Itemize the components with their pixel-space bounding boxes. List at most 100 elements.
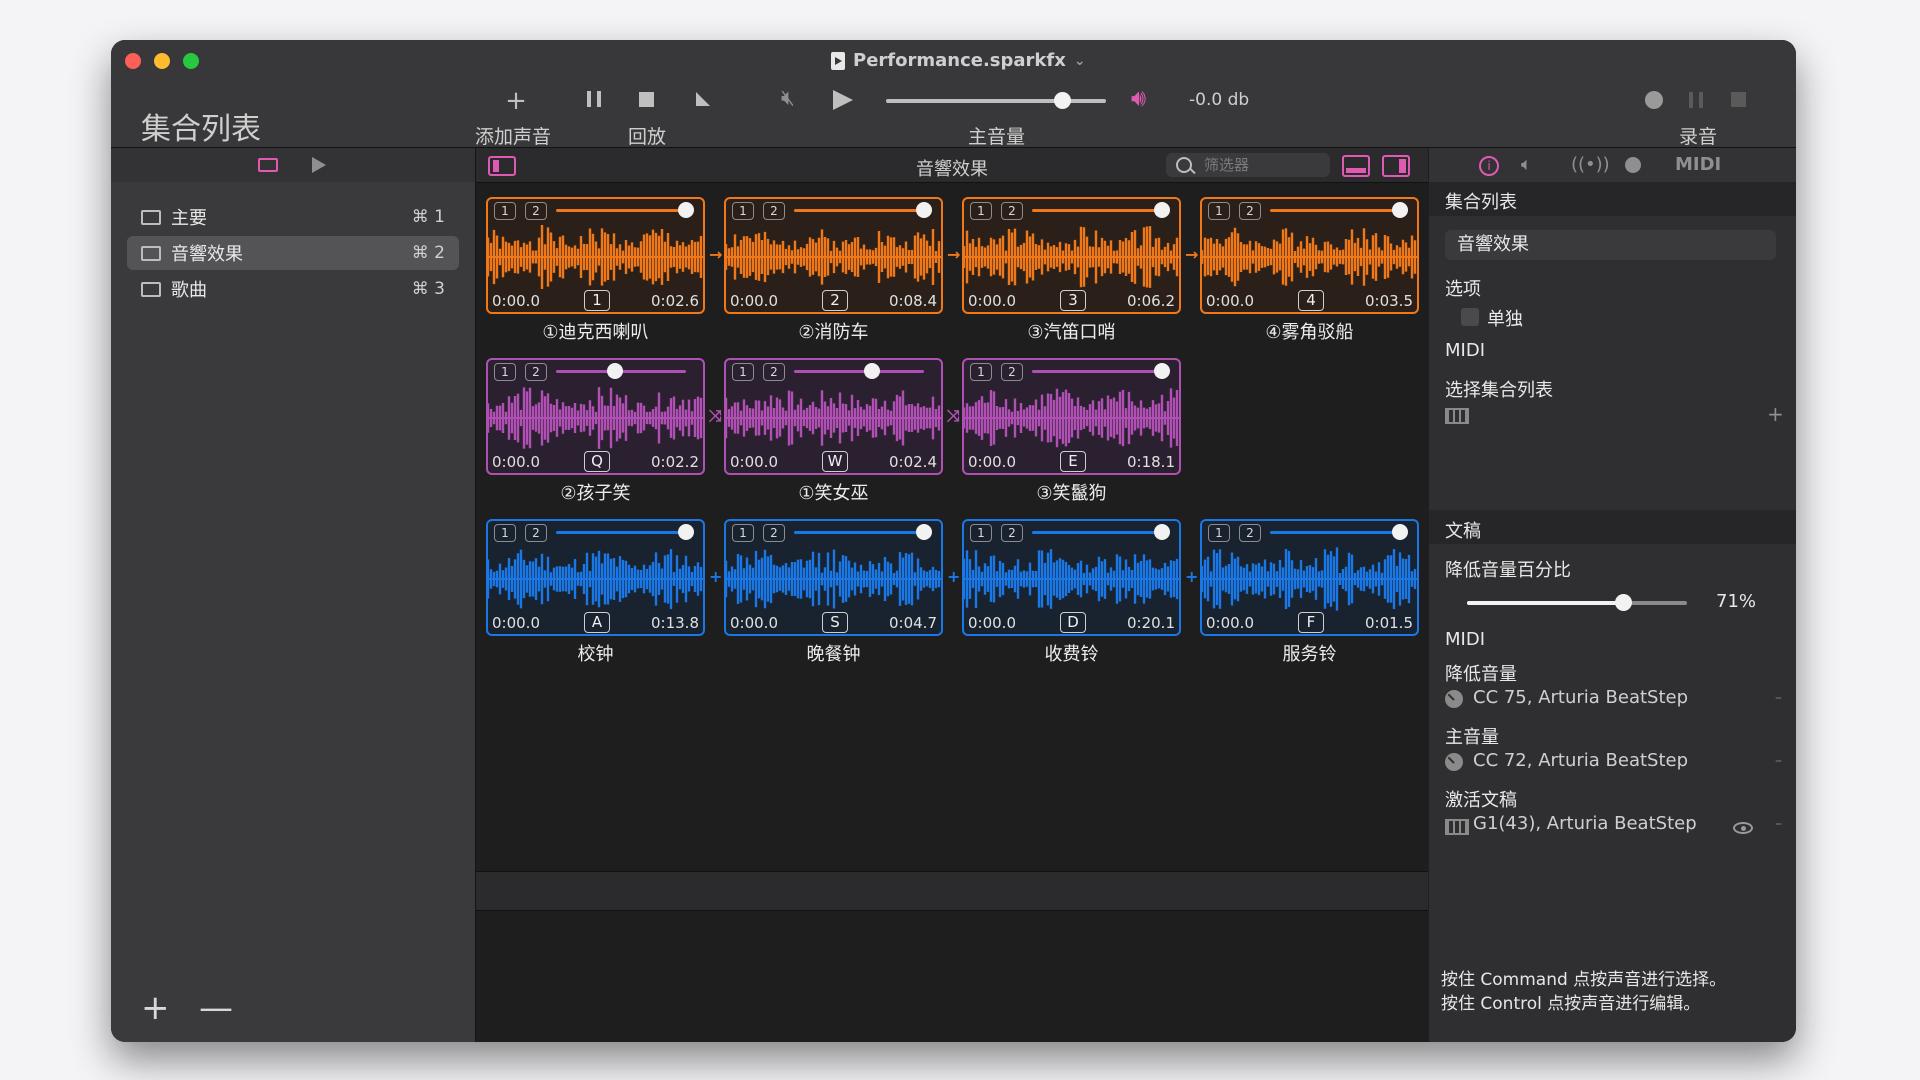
add-setlist-button[interactable]: + bbox=[141, 988, 170, 1028]
sound-tile[interactable]: 1 2 0:00.0 3 0:06.2 bbox=[962, 197, 1181, 314]
eye-icon[interactable] bbox=[1733, 822, 1753, 834]
channel-1-button[interactable]: 1 bbox=[494, 363, 516, 381]
dim-percent-knob[interactable] bbox=[1615, 594, 1633, 611]
sound-level-slider[interactable] bbox=[556, 531, 686, 534]
add-sound-label[interactable]: 添加声音 bbox=[475, 122, 551, 149]
sound-tile[interactable]: 1 2 0:00.0 S 0:04.7 bbox=[724, 519, 943, 636]
channel-1-button[interactable]: 1 bbox=[494, 202, 516, 220]
sound-tile[interactable]: 1 2 0:00.0 D 0:20.1 bbox=[962, 519, 1181, 636]
channel-2-button[interactable]: 2 bbox=[763, 524, 785, 542]
solo-checkbox[interactable] bbox=[1461, 308, 1479, 326]
sound-level-knob[interactable] bbox=[1154, 524, 1170, 540]
channel-1-button[interactable]: 1 bbox=[970, 524, 992, 542]
sound-tile[interactable]: 1 2 0:00.0 E 0:18.1 bbox=[962, 358, 1181, 475]
setlist-item[interactable]: 歌曲 ⌘ 3 bbox=[127, 272, 459, 306]
sound-link-icon[interactable]: + bbox=[1185, 567, 1198, 586]
record-icon[interactable] bbox=[1645, 91, 1663, 109]
sound-level-knob[interactable] bbox=[864, 363, 880, 379]
sound-level-slider[interactable] bbox=[794, 531, 924, 534]
channel-1-button[interactable]: 1 bbox=[970, 202, 992, 220]
sound-tile[interactable]: 1 2 0:00.0 Q 0:02.2 bbox=[486, 358, 705, 475]
play-step-icon[interactable] bbox=[696, 92, 710, 106]
sound-level-slider[interactable] bbox=[1032, 531, 1162, 534]
play-icon[interactable] bbox=[833, 90, 853, 110]
sound-level-knob[interactable] bbox=[1392, 524, 1408, 540]
sound-tile[interactable]: 1 2 0:00.0 A 0:13.8 bbox=[486, 519, 705, 636]
minimize-window-button[interactable] bbox=[154, 53, 170, 69]
channel-1-button[interactable]: 1 bbox=[732, 202, 754, 220]
channel-1-button[interactable]: 1 bbox=[970, 363, 992, 381]
channel-2-button[interactable]: 2 bbox=[1239, 524, 1261, 542]
sound-link-icon[interactable]: → bbox=[947, 245, 960, 264]
channel-2-button[interactable]: 2 bbox=[1001, 202, 1023, 220]
sound-tile[interactable]: 1 2 0:00.0 F 0:01.5 bbox=[1200, 519, 1419, 636]
sound-level-slider[interactable] bbox=[794, 370, 924, 373]
master-volume-knob[interactable] bbox=[1054, 92, 1071, 109]
sound-level-slider[interactable] bbox=[1270, 209, 1400, 212]
channel-1-button[interactable]: 1 bbox=[1208, 202, 1230, 220]
window-title[interactable]: Performance.sparkfx ⌄ bbox=[831, 50, 1086, 71]
sound-level-slider[interactable] bbox=[1032, 209, 1162, 212]
record-icon[interactable] bbox=[1625, 157, 1641, 173]
close-window-button[interactable] bbox=[125, 53, 141, 69]
dim-percent-slider[interactable] bbox=[1467, 594, 1687, 611]
info-icon[interactable]: i bbox=[1479, 156, 1499, 176]
sound-link-icon[interactable]: + bbox=[709, 567, 722, 586]
dim-volume-value[interactable]: CC 75, Arturia BeatStep bbox=[1473, 687, 1688, 708]
activate-cue-value[interactable]: G1(43), Arturia BeatStep bbox=[1473, 813, 1697, 834]
channel-2-button[interactable]: 2 bbox=[1001, 524, 1023, 542]
sound-level-knob[interactable] bbox=[1392, 202, 1408, 218]
folder-icon[interactable] bbox=[258, 158, 278, 172]
speaker-icon[interactable]: 🔈︎ bbox=[1521, 154, 1532, 175]
zoom-window-button[interactable] bbox=[183, 53, 199, 69]
sound-link-icon[interactable]: + bbox=[947, 567, 960, 586]
remove-dim-volume-button[interactable]: – bbox=[1775, 690, 1782, 706]
channel-1-button[interactable]: 1 bbox=[1208, 524, 1230, 542]
stop-icon[interactable] bbox=[639, 92, 654, 107]
sound-level-knob[interactable] bbox=[678, 202, 694, 218]
record-stop-icon[interactable] bbox=[1731, 92, 1746, 107]
remove-master-volume-button[interactable]: – bbox=[1775, 753, 1782, 769]
sound-level-knob[interactable] bbox=[1154, 363, 1170, 379]
pause-icon[interactable] bbox=[587, 91, 601, 107]
sound-level-slider[interactable] bbox=[794, 209, 924, 212]
add-midi-trigger-button[interactable]: + bbox=[1767, 402, 1784, 426]
sound-level-knob[interactable] bbox=[1154, 202, 1170, 218]
channel-2-button[interactable]: 2 bbox=[763, 363, 785, 381]
sound-tile[interactable]: 1 2 0:00.0 1 0:02.6 bbox=[486, 197, 705, 314]
sound-level-slider[interactable] bbox=[1032, 370, 1162, 373]
sound-link-icon[interactable]: → bbox=[709, 245, 722, 264]
mute-icon[interactable]: 🔇︎ bbox=[781, 86, 795, 111]
inspector-toggle-icon[interactable] bbox=[1382, 155, 1410, 177]
sound-level-knob[interactable] bbox=[916, 202, 932, 218]
sound-tile[interactable]: 1 2 0:00.0 W 0:02.4 bbox=[724, 358, 943, 475]
remove-activate-cue-button[interactable]: – bbox=[1775, 816, 1782, 832]
sound-tile[interactable]: 1 2 0:00.0 4 0:03.5 bbox=[1200, 197, 1419, 314]
sound-level-knob[interactable] bbox=[606, 363, 623, 379]
sound-link-icon[interactable]: → bbox=[1185, 245, 1198, 264]
remove-setlist-button[interactable]: — bbox=[199, 988, 233, 1028]
setlist-item[interactable]: 主要 ⌘ 1 bbox=[127, 200, 459, 234]
sound-link-icon[interactable]: ⤨ bbox=[709, 406, 722, 426]
channel-1-button[interactable]: 1 bbox=[494, 524, 516, 542]
master-volume-slider[interactable] bbox=[886, 99, 1106, 103]
sound-tile[interactable]: 1 2 0:00.0 2 0:08.4 bbox=[724, 197, 943, 314]
channel-2-button[interactable]: 2 bbox=[1239, 202, 1261, 220]
channel-1-button[interactable]: 1 bbox=[732, 363, 754, 381]
plus-icon[interactable]: + bbox=[501, 86, 531, 116]
bottom-panel-toggle-icon[interactable] bbox=[1342, 155, 1370, 177]
sound-level-slider[interactable] bbox=[1270, 531, 1400, 534]
setlist-name-field[interactable]: 音響效果 bbox=[1445, 230, 1776, 260]
channel-1-button[interactable]: 1 bbox=[732, 524, 754, 542]
sound-level-knob[interactable] bbox=[916, 524, 932, 540]
channel-2-button[interactable]: 2 bbox=[525, 202, 547, 220]
sound-level-slider[interactable] bbox=[556, 209, 686, 212]
channel-2-button[interactable]: 2 bbox=[525, 524, 547, 542]
channel-2-button[interactable]: 2 bbox=[525, 363, 547, 381]
channel-2-button[interactable]: 2 bbox=[1001, 363, 1023, 381]
play-icon[interactable] bbox=[312, 157, 326, 173]
midi-tab[interactable]: MIDI bbox=[1675, 154, 1721, 175]
master-volume-value[interactable]: CC 72, Arturia BeatStep bbox=[1473, 750, 1688, 771]
setlist-item[interactable]: 音響效果 ⌘ 2 bbox=[127, 236, 459, 270]
broadcast-icon[interactable]: ((•)) bbox=[1571, 154, 1610, 175]
